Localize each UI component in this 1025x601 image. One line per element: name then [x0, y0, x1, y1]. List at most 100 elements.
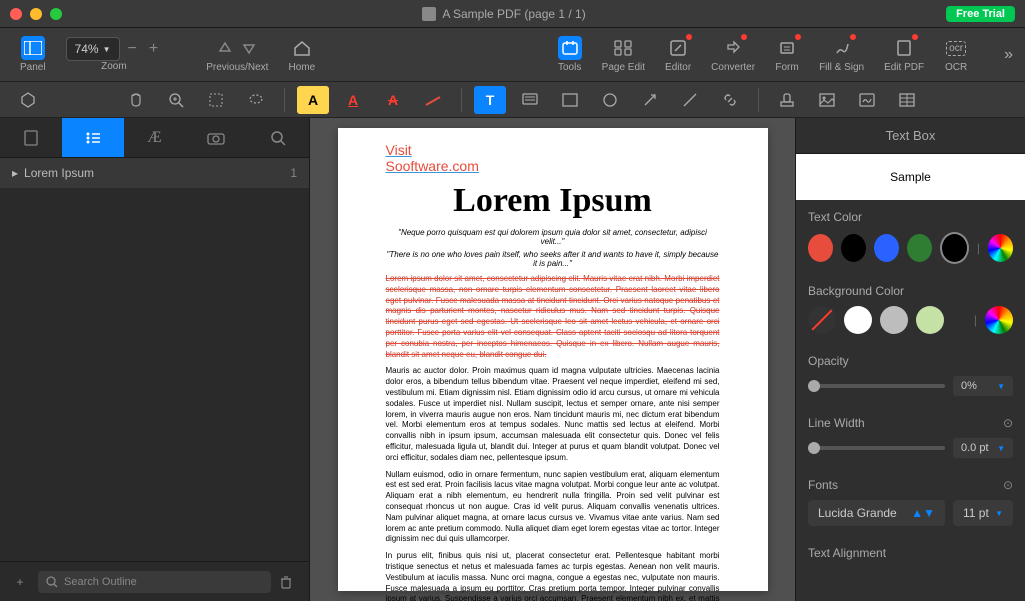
squiggly-icon — [424, 93, 442, 107]
link-tool[interactable] — [714, 86, 746, 114]
doc-link[interactable]: Visit Sooftware.com — [386, 142, 720, 174]
outline-page-number: 1 — [290, 166, 297, 180]
form-icon — [779, 40, 795, 56]
color-swatch-selected[interactable] — [940, 232, 969, 264]
image-tool[interactable] — [811, 86, 843, 114]
editor-icon — [670, 40, 686, 56]
zoom-in-button[interactable]: + — [145, 40, 162, 58]
home-button[interactable]: Home — [280, 32, 323, 77]
panel-label: Panel — [20, 62, 46, 73]
add-outline-button[interactable]: + — [10, 575, 30, 589]
tools-icon — [561, 40, 579, 56]
edit-pdf-icon — [897, 40, 911, 56]
ocr-button[interactable]: ocr OCR — [936, 32, 976, 77]
sample-preview: Sample — [796, 154, 1025, 200]
outline-icon — [85, 131, 101, 145]
doc-paragraph: Mauris ac auctor dolor. Proin maximus qu… — [386, 366, 720, 463]
stamp-tool[interactable] — [771, 86, 803, 114]
overflow-button[interactable]: » — [1004, 46, 1013, 64]
close-window-button[interactable] — [10, 8, 22, 20]
line-width-label: Line Width⊙ — [808, 416, 1013, 430]
color-swatch-blue[interactable] — [874, 234, 899, 262]
squiggly-tool[interactable] — [417, 86, 449, 114]
hand-tool[interactable] — [120, 86, 152, 114]
fill-sign-icon — [834, 40, 850, 56]
search-tab[interactable] — [247, 118, 309, 157]
home-icon — [293, 40, 311, 56]
color-swatch-black[interactable] — [841, 234, 866, 262]
rectangle-tool[interactable] — [554, 86, 586, 114]
color-picker-button[interactable] — [985, 306, 1013, 334]
opacity-slider[interactable] — [808, 384, 945, 388]
outline-tab[interactable] — [62, 118, 124, 157]
zoom-control: 74%▼ − + Zoom — [58, 33, 171, 76]
titlebar: A Sample PDF (page 1 / 1) Free Trial — [0, 0, 1025, 28]
home-label: Home — [288, 62, 315, 73]
color-swatch-gray[interactable] — [880, 306, 908, 334]
select-area-tool[interactable] — [200, 86, 232, 114]
color-picker-button[interactable] — [988, 234, 1013, 262]
tools-label: Tools — [558, 62, 581, 73]
line-width-slider[interactable] — [808, 446, 945, 450]
strikethrough-tool[interactable]: A — [377, 86, 409, 114]
zoom-value-input[interactable]: 74%▼ — [66, 37, 120, 61]
arrow-tool[interactable] — [634, 86, 666, 114]
window-title: A Sample PDF (page 1 / 1) — [62, 7, 946, 21]
page-edit-label: Page Edit — [602, 62, 645, 73]
fill-sign-button[interactable]: Fill & Sign — [811, 32, 872, 77]
zoom-out-button[interactable]: − — [124, 40, 141, 58]
annotations-tab[interactable]: Æ — [124, 118, 186, 157]
line-tool[interactable] — [674, 86, 706, 114]
text-box-tool[interactable]: T — [474, 86, 506, 114]
edit-pdf-button[interactable]: Edit PDF — [876, 32, 932, 77]
hexagon-settings-button[interactable] — [12, 86, 44, 114]
tools-button[interactable]: Tools — [550, 32, 590, 77]
color-swatch-lightgreen[interactable] — [916, 306, 944, 334]
line-width-value[interactable]: 0.0 pt▼ — [953, 438, 1013, 458]
form-button[interactable]: Form — [767, 32, 807, 77]
page-edit-icon — [614, 40, 632, 56]
color-swatch-white[interactable] — [844, 306, 872, 334]
document-viewport[interactable]: Visit Sooftware.com Lorem Ipsum "Neque p… — [310, 118, 795, 601]
font-family-select[interactable]: Lucida Grande▲▼ — [808, 500, 945, 526]
minimize-window-button[interactable] — [30, 8, 42, 20]
gear-icon[interactable]: ⊙ — [1003, 416, 1013, 430]
prev-next-buttons[interactable]: Previous/Next — [198, 32, 276, 77]
editor-button[interactable]: Editor — [657, 32, 699, 77]
table-tool[interactable] — [891, 86, 923, 114]
free-trial-badge[interactable]: Free Trial — [946, 6, 1015, 22]
panel-button[interactable]: Panel — [12, 32, 54, 77]
outline-item[interactable]: ▸ Lorem Ipsum 1 — [0, 158, 309, 188]
lasso-tool[interactable] — [240, 86, 272, 114]
toolbar-main: Panel 74%▼ − + Zoom Previous/Next Home T… — [0, 28, 1025, 82]
zoom-marquee-tool[interactable] — [160, 86, 192, 114]
note-tool[interactable] — [514, 86, 546, 114]
thumbnails-tab[interactable] — [0, 118, 62, 157]
converter-icon — [725, 40, 741, 56]
maximize-window-button[interactable] — [50, 8, 62, 20]
doc-paragraph: Nullam euismod, odio in ornare fermentum… — [386, 470, 720, 546]
font-size-select[interactable]: 11 pt▼ — [953, 500, 1013, 526]
doc-paragraph-strike: Lorem ipsum dolor sit amet, consectetur … — [386, 274, 720, 360]
converter-button[interactable]: Converter — [703, 32, 763, 77]
color-swatch-red[interactable] — [808, 234, 833, 262]
signature-tool[interactable] — [851, 86, 883, 114]
color-swatch-green[interactable] — [907, 234, 932, 262]
up-arrow-icon — [218, 41, 232, 55]
snapshot-tab[interactable] — [185, 118, 247, 157]
ocr-label: OCR — [945, 62, 967, 73]
chevron-right-icon: ▸ — [12, 166, 18, 180]
line-icon — [682, 92, 698, 108]
trash-icon — [279, 575, 293, 589]
search-outline-input[interactable]: Search Outline — [38, 571, 271, 593]
page-edit-button[interactable]: Page Edit — [594, 32, 653, 77]
highlight-tool[interactable]: A — [297, 86, 329, 114]
underline-tool[interactable]: A — [337, 86, 369, 114]
delete-outline-button[interactable] — [279, 575, 299, 589]
window-title-text: A Sample PDF (page 1 / 1) — [442, 7, 585, 21]
color-swatch-none[interactable] — [808, 306, 836, 334]
opacity-value[interactable]: 0%▼ — [953, 376, 1013, 396]
circle-tool[interactable] — [594, 86, 626, 114]
gear-icon[interactable]: ⊙ — [1003, 478, 1013, 492]
content-area: Æ ▸ Lorem Ipsum 1 + Search Outline Visit — [0, 118, 1025, 601]
